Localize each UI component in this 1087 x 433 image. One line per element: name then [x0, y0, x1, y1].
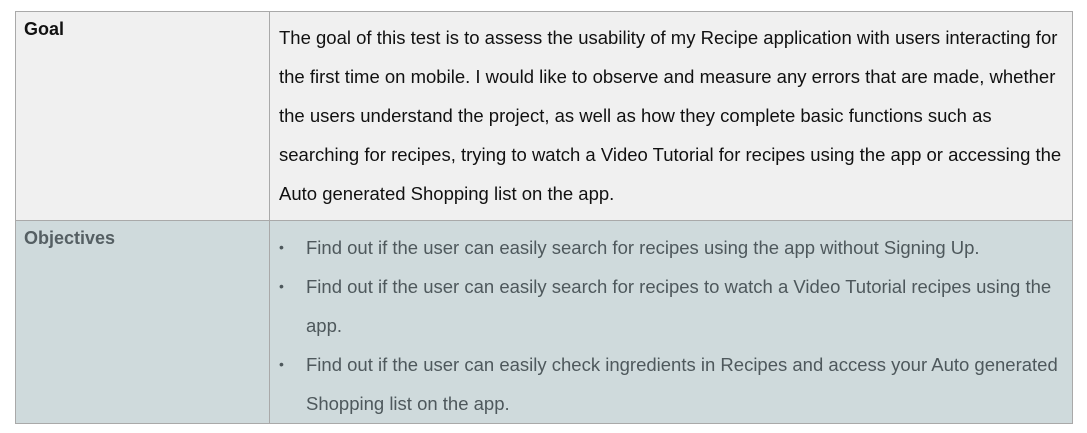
- objective-item: • Find out if the user can easily search…: [270, 267, 1068, 345]
- bullet-icon: •: [279, 356, 284, 372]
- goal-text: The goal of this test is to assess the u…: [279, 27, 1062, 204]
- objective-item: • Find out if the user can easily check …: [270, 345, 1068, 423]
- objective-text: Find out if the user can easily search f…: [306, 237, 980, 258]
- objectives-row: Objectives • Find out if the user can ea…: [15, 220, 1073, 424]
- goal-row: Goal The goal of this test is to assess …: [15, 11, 1073, 221]
- objectives-label-cell: Objectives: [15, 220, 270, 424]
- objectives-list: • Find out if the user can easily search…: [270, 221, 1072, 423]
- bullet-icon: •: [279, 278, 284, 294]
- objective-text: Find out if the user can easily check in…: [306, 354, 1058, 414]
- goal-content-cell: The goal of this test is to assess the u…: [269, 11, 1073, 221]
- objectives-label: Objectives: [24, 228, 116, 248]
- usability-test-table: Goal The goal of this test is to assess …: [15, 11, 1073, 424]
- goal-label: Goal: [24, 19, 65, 39]
- objectives-content-cell: • Find out if the user can easily search…: [269, 220, 1073, 424]
- bullet-icon: •: [279, 239, 284, 255]
- goal-label-cell: Goal: [15, 11, 270, 221]
- objective-text: Find out if the user can easily search f…: [306, 276, 1052, 336]
- objective-item: • Find out if the user can easily search…: [270, 228, 1068, 267]
